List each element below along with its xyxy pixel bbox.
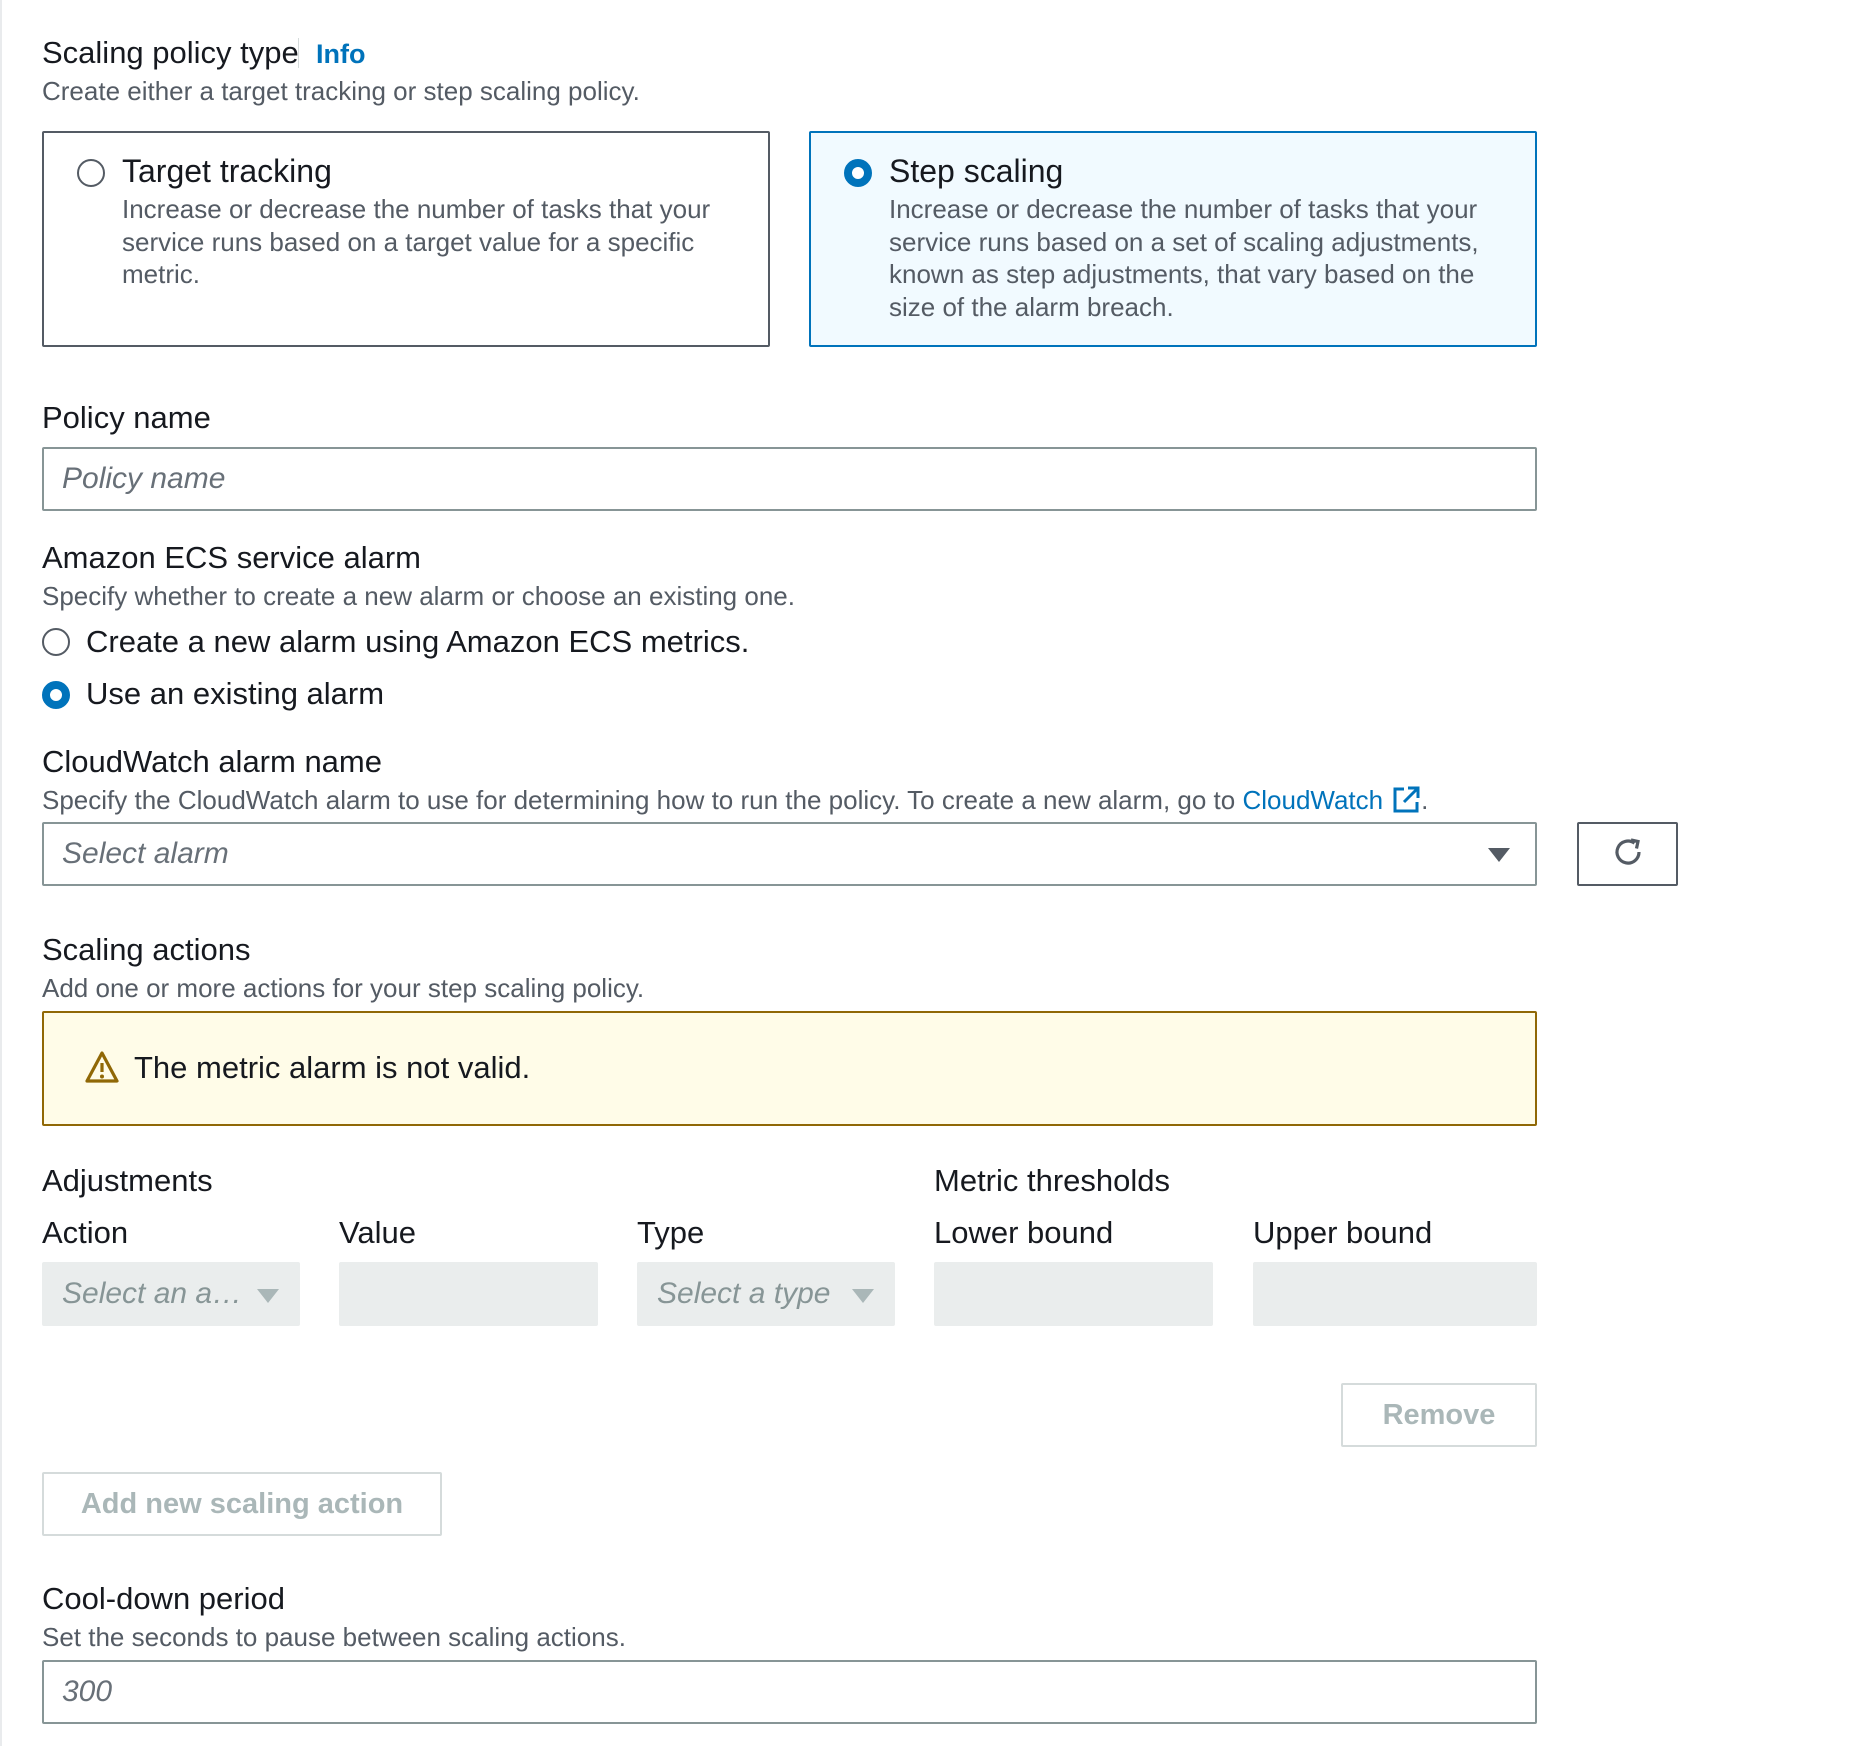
refresh-icon bbox=[1611, 835, 1645, 874]
create-new-alarm-radio[interactable] bbox=[42, 628, 70, 656]
cooldown-label: Cool-down period bbox=[42, 1581, 285, 1616]
service-alarm-description: Specify whether to create a new alarm or… bbox=[42, 581, 795, 611]
warning-icon bbox=[84, 1050, 120, 1089]
service-alarm-label: Amazon ECS service alarm bbox=[42, 540, 422, 575]
step-scaling-description: Increase or decrease the number of tasks… bbox=[889, 194, 1479, 322]
scaling-actions-label: Scaling actions bbox=[42, 932, 251, 967]
target-tracking-title: Target tracking bbox=[122, 153, 332, 189]
tile-step-scaling[interactable]: Step scaling Increase or decrease the nu… bbox=[809, 131, 1537, 347]
lower-bound-input[interactable] bbox=[934, 1262, 1213, 1326]
scaling-policy-type-description: Create either a target tracking or step … bbox=[42, 76, 640, 106]
metric-thresholds-label: Metric thresholds bbox=[934, 1163, 1171, 1198]
cooldown-input[interactable]: 300 bbox=[42, 1660, 1537, 1724]
cloudwatch-description-text: Specify the CloudWatch alarm to use for … bbox=[42, 785, 1243, 815]
lower-bound-column-label: Lower bound bbox=[934, 1215, 1114, 1250]
target-tracking-description: Increase or decrease the number of tasks… bbox=[122, 194, 711, 289]
step-scaling-title: Step scaling bbox=[889, 153, 1064, 189]
target-tracking-radio[interactable] bbox=[77, 159, 105, 187]
refresh-button[interactable] bbox=[1577, 822, 1678, 886]
cooldown-description: Set the seconds to pause between scaling… bbox=[42, 1622, 626, 1652]
value-input[interactable] bbox=[339, 1262, 598, 1326]
upper-bound-input[interactable] bbox=[1253, 1262, 1537, 1326]
chevron-down-icon bbox=[852, 1289, 874, 1303]
cloudwatch-alarm-select[interactable]: Select alarm bbox=[42, 822, 1537, 886]
chevron-down-icon bbox=[257, 1289, 279, 1303]
action-select-placeholder: Select an a… bbox=[62, 1277, 243, 1310]
type-select[interactable]: Select a type bbox=[637, 1262, 895, 1326]
cooldown-placeholder: 300 bbox=[62, 1675, 113, 1708]
info-separator bbox=[298, 38, 299, 68]
tile-target-tracking[interactable]: Target tracking Increase or decrease the… bbox=[42, 131, 770, 347]
scaling-policy-type-label: Scaling policy type bbox=[42, 35, 299, 70]
policy-name-input[interactable]: Policy name bbox=[42, 447, 1537, 511]
policy-name-placeholder: Policy name bbox=[62, 462, 226, 495]
scaling-actions-description: Add one or more actions for your step sc… bbox=[42, 973, 645, 1003]
invalid-alarm-alert: The metric alarm is not valid. bbox=[42, 1011, 1537, 1126]
policy-name-label: Policy name bbox=[42, 400, 211, 435]
type-select-placeholder: Select a type bbox=[657, 1277, 831, 1310]
cloudwatch-alarm-description: Specify the CloudWatch alarm to use for … bbox=[42, 784, 1428, 822]
remove-button[interactable]: Remove bbox=[1341, 1383, 1537, 1447]
use-existing-alarm-label[interactable]: Use an existing alarm bbox=[86, 675, 384, 713]
cloudwatch-alarm-label: CloudWatch alarm name bbox=[42, 744, 382, 779]
external-link-icon[interactable] bbox=[1391, 785, 1421, 822]
action-select[interactable]: Select an a… bbox=[42, 1262, 300, 1326]
adjustments-label: Adjustments bbox=[42, 1163, 213, 1198]
upper-bound-column-label: Upper bound bbox=[1253, 1215, 1433, 1250]
create-new-alarm-label[interactable]: Create a new alarm using Amazon ECS metr… bbox=[86, 623, 749, 661]
cloudwatch-link[interactable]: CloudWatch bbox=[1242, 785, 1383, 815]
info-link[interactable]: Info bbox=[316, 35, 365, 73]
action-column-label: Action bbox=[42, 1215, 129, 1250]
add-scaling-action-button[interactable]: Add new scaling action bbox=[42, 1472, 442, 1536]
alert-message: The metric alarm is not valid. bbox=[134, 1050, 531, 1085]
page-left-border bbox=[0, 0, 2, 1746]
value-column-label: Value bbox=[339, 1215, 416, 1250]
type-column-label: Type bbox=[637, 1215, 705, 1250]
select-alarm-placeholder: Select alarm bbox=[62, 837, 229, 870]
step-scaling-radio[interactable] bbox=[844, 159, 872, 187]
cloudwatch-description-suffix: . bbox=[1421, 785, 1429, 815]
chevron-down-icon bbox=[1488, 848, 1510, 862]
use-existing-alarm-radio[interactable] bbox=[42, 681, 70, 709]
